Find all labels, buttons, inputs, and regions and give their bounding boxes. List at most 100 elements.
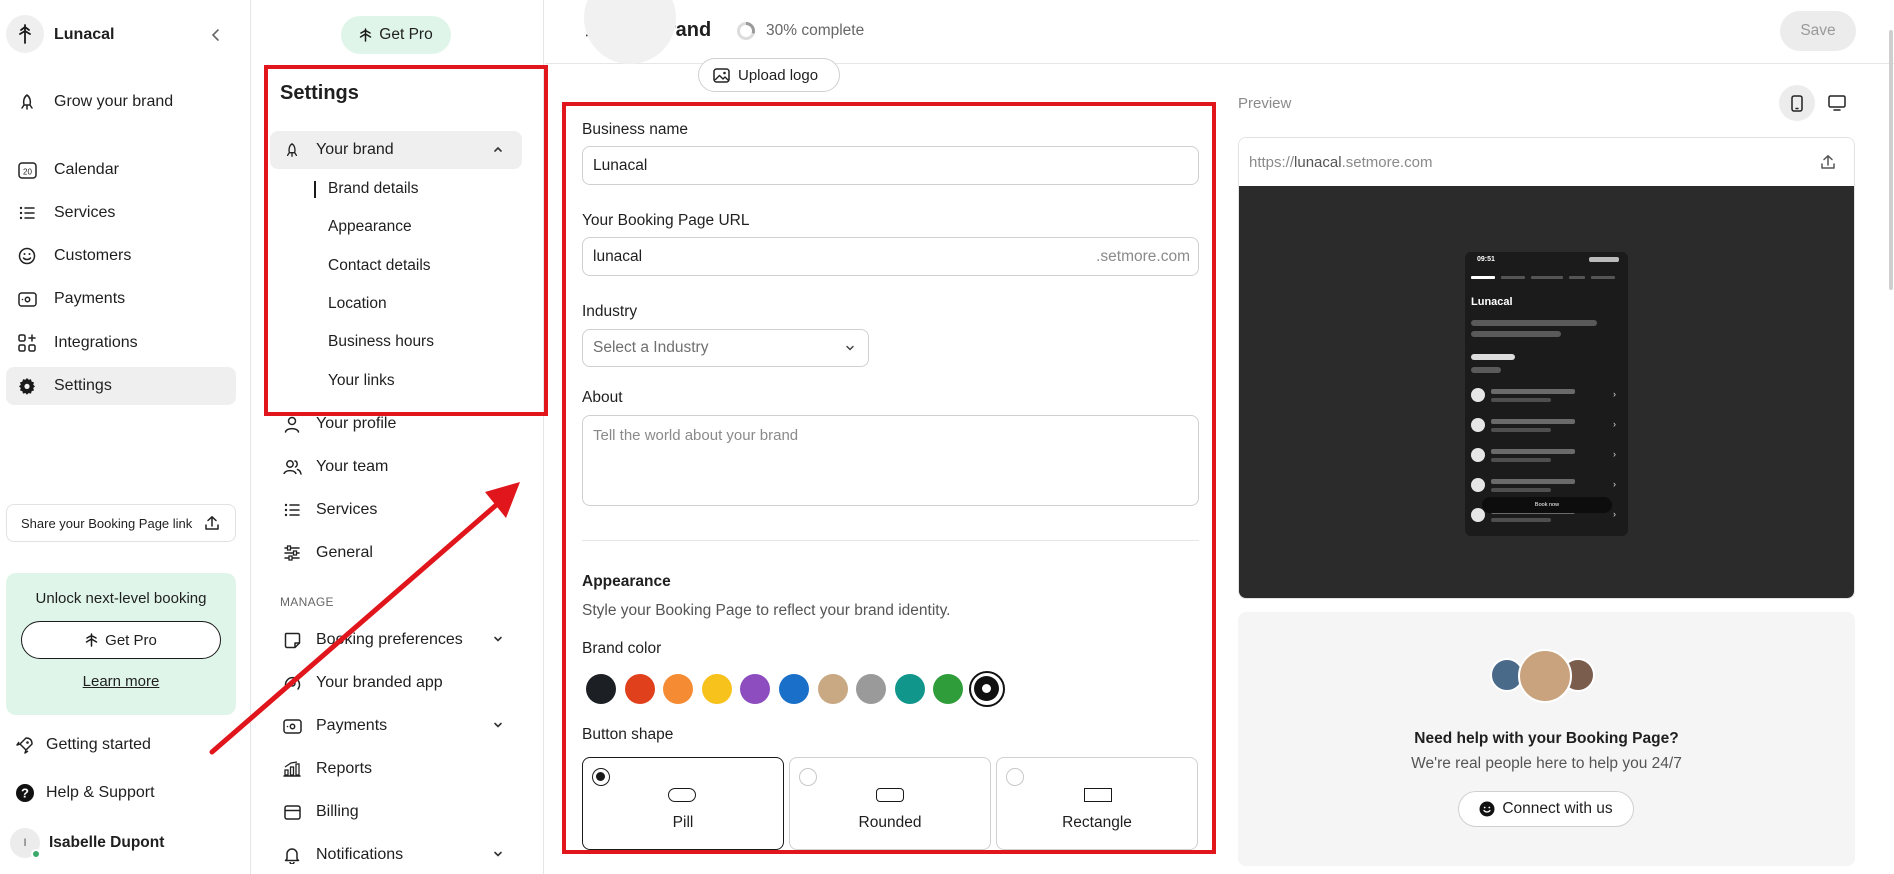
save-label: Save bbox=[1800, 22, 1836, 39]
url-suffix: .setmore.com bbox=[1341, 153, 1433, 171]
your-brand-label: Your brand bbox=[316, 141, 394, 158]
scrollbar-thumb[interactable] bbox=[1889, 30, 1893, 290]
check-dot bbox=[982, 684, 991, 693]
connect-with-us-button[interactable]: Connect with us bbox=[1458, 791, 1634, 827]
industry-select[interactable]: Select a Industry bbox=[582, 329, 869, 367]
appearance-title: Appearance bbox=[582, 573, 671, 590]
color-swatch[interactable] bbox=[740, 674, 771, 704]
shape-option-rectangle[interactable]: Rectangle bbox=[996, 757, 1198, 850]
nav-item-customers[interactable]: Customers bbox=[6, 237, 236, 275]
monitor-icon bbox=[1828, 95, 1846, 111]
brand-color-label: Brand color bbox=[582, 640, 662, 657]
upload-logo-button[interactable]: Upload logo bbox=[698, 58, 840, 92]
color-swatch[interactable] bbox=[624, 674, 655, 704]
phone-row-line bbox=[1491, 479, 1575, 484]
phone-row-line bbox=[1491, 419, 1575, 424]
user-profile[interactable]: I Isabelle Dupont bbox=[10, 828, 164, 859]
phone-row-avatar bbox=[1471, 388, 1485, 402]
color-swatch[interactable] bbox=[817, 674, 848, 704]
chevron-right-icon: › bbox=[1613, 389, 1616, 399]
settings-item-your-profile[interactable]: Your profile bbox=[270, 405, 522, 443]
chevron-right-icon: › bbox=[1613, 509, 1616, 519]
color-swatch[interactable] bbox=[779, 674, 809, 704]
pro-icon bbox=[359, 28, 372, 42]
manage-item-notifications[interactable]: Notifications bbox=[270, 836, 522, 874]
phone-row-line bbox=[1491, 398, 1551, 402]
nav-label: Calendar bbox=[54, 161, 119, 178]
nav-item-calendar[interactable]: 20 Calendar bbox=[6, 151, 236, 189]
color-swatch[interactable] bbox=[586, 674, 616, 704]
desktop-view-toggle[interactable] bbox=[1819, 85, 1855, 121]
phone-mockup: 09:51 Lunacal › › › › › Book now bbox=[1465, 252, 1628, 536]
share-icon[interactable] bbox=[1820, 154, 1836, 170]
shape-option-rounded[interactable]: Rounded bbox=[789, 757, 991, 850]
settings-title: Settings bbox=[280, 82, 359, 104]
promo-get-pro-button[interactable]: Get Pro bbox=[21, 621, 221, 659]
settings-item-your-brand[interactable]: Your brand bbox=[270, 131, 522, 169]
shape-label: Pill bbox=[672, 814, 694, 831]
radio-unselected bbox=[1006, 768, 1024, 786]
sub-item-appearance[interactable]: Appearance bbox=[328, 218, 412, 236]
nav-item-integrations[interactable]: Integrations bbox=[6, 324, 236, 362]
get-pro-label: Get Pro bbox=[379, 26, 433, 43]
business-name-field[interactable]: Lunacal bbox=[582, 146, 1199, 185]
page-header: Your brand 30% complete Save bbox=[545, 0, 1894, 64]
manage-item-label: Notifications bbox=[316, 846, 404, 863]
list-icon bbox=[16, 206, 38, 220]
help-title: Need help with your Booking Page? bbox=[1414, 730, 1679, 747]
save-button[interactable]: Save bbox=[1780, 11, 1856, 51]
nav-label: Grow your brand bbox=[54, 93, 174, 110]
avatar-initial: I bbox=[23, 837, 27, 849]
getting-started-label: Getting started bbox=[46, 736, 151, 753]
color-swatch[interactable] bbox=[663, 674, 694, 704]
shape-label: Rounded bbox=[858, 814, 922, 831]
connect-label: Connect with us bbox=[1502, 800, 1613, 817]
share-label: Share your Booking Page link bbox=[21, 515, 193, 531]
reports-icon bbox=[282, 761, 302, 777]
color-swatch[interactable] bbox=[894, 674, 925, 704]
color-swatch[interactable] bbox=[701, 674, 732, 704]
color-swatch[interactable] bbox=[933, 674, 964, 704]
nav-item-services[interactable]: Services bbox=[6, 194, 236, 232]
about-placeholder: Tell the world about your brand bbox=[593, 427, 799, 444]
settings-item-label: Your profile bbox=[316, 415, 397, 432]
phone-book-now-label: Book now bbox=[1534, 502, 1560, 508]
booking-url-field[interactable]: lunacal .setmore.com bbox=[582, 237, 1199, 276]
button-shape-label: Button shape bbox=[582, 726, 674, 743]
shape-option-pill[interactable]: Pill bbox=[582, 757, 784, 850]
help-support-link[interactable]: ? Help & Support bbox=[6, 774, 236, 812]
phone-service-row: › bbox=[1471, 476, 1621, 496]
sub-item-location[interactable]: Location bbox=[328, 295, 387, 313]
nav-item-settings[interactable]: Settings bbox=[6, 367, 236, 405]
phone-row-avatar bbox=[1471, 418, 1485, 432]
sub-item-business-hours[interactable]: Business hours bbox=[328, 333, 434, 351]
sub-item-contact-details[interactable]: Contact details bbox=[328, 257, 431, 275]
pill-shape-icon bbox=[668, 788, 696, 802]
mobile-view-toggle[interactable] bbox=[1779, 85, 1815, 121]
about-textarea[interactable]: Tell the world about your brand bbox=[582, 415, 1199, 506]
progress-text: 30% complete bbox=[766, 22, 865, 39]
manage-item-billing[interactable]: Billing bbox=[270, 793, 522, 831]
sub-item-brand-details[interactable]: Brand details bbox=[328, 180, 418, 198]
collapse-sidebar-icon[interactable] bbox=[208, 27, 224, 43]
help-icon: ? bbox=[14, 783, 36, 803]
color-swatch[interactable] bbox=[856, 674, 887, 704]
nav-item-grow-your-brand[interactable]: Grow your brand bbox=[6, 83, 236, 121]
chevron-down-icon bbox=[844, 342, 856, 354]
color-swatch-selected[interactable] bbox=[969, 671, 1005, 707]
svg-text:?: ? bbox=[21, 786, 29, 801]
rocket-icon bbox=[282, 142, 302, 158]
sub-item-your-links[interactable]: Your links bbox=[328, 372, 395, 390]
phone-tab bbox=[1501, 276, 1525, 279]
nav-label: Services bbox=[54, 204, 116, 221]
phone-row-avatar bbox=[1471, 448, 1485, 462]
integrations-icon bbox=[16, 334, 38, 352]
nav-label: Integrations bbox=[54, 334, 138, 351]
get-pro-button[interactable]: Get Pro bbox=[341, 16, 451, 54]
phone-row-line bbox=[1491, 389, 1575, 394]
chevron-right-icon: › bbox=[1613, 419, 1616, 429]
avatar: I bbox=[10, 828, 41, 859]
nav-item-payments[interactable]: Payments bbox=[6, 280, 236, 318]
phone-service-row: › bbox=[1471, 416, 1621, 436]
booking-url-value: lunacal bbox=[593, 247, 643, 265]
